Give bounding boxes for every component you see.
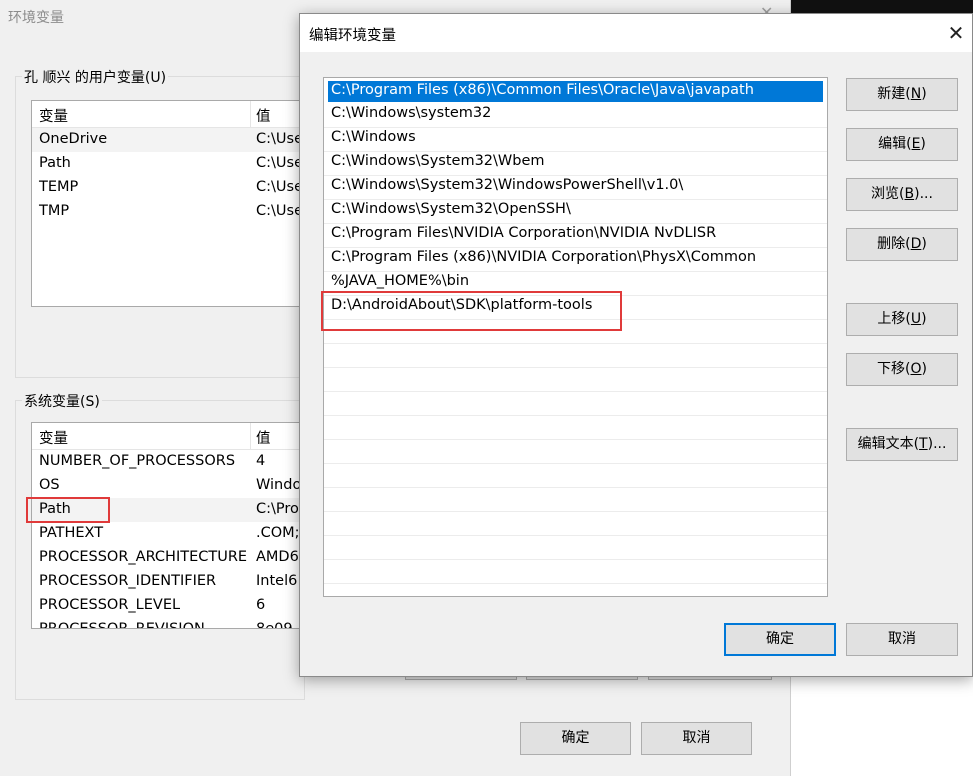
path-item[interactable]: C:\Windows\System32\OpenSSH\ [324, 199, 827, 224]
variable-value: .COM; [256, 525, 300, 541]
path-list[interactable]: C:\Program Files (x86)\Common Files\Orac… [323, 77, 828, 597]
variable-name: NUMBER_OF_PROCESSORS [39, 453, 236, 469]
column-header-variable[interactable]: 变量 [39, 105, 68, 126]
empty-row [324, 343, 827, 368]
variable-name: OS [39, 477, 60, 493]
ok-button[interactable]: 确定 [724, 623, 836, 656]
path-item[interactable]: C:\Windows\System32\WindowsPowerShell\v1… [324, 175, 827, 200]
path-text: C:\Program Files (x86)\NVIDIA Corporatio… [331, 249, 757, 265]
cancel-button[interactable]: 取消 [846, 623, 958, 656]
empty-row [324, 439, 827, 464]
table-row[interactable]: TMP C:\Use [32, 200, 305, 224]
table-row[interactable]: PROCESSOR_ARCHITECTURE AMD6 [32, 546, 305, 570]
move-down-button[interactable]: 下移(O) [846, 353, 958, 386]
system-variables-list[interactable]: 变量 值 NUMBER_OF_PROCESSORS 4 OS Windo Pat… [31, 422, 306, 629]
empty-row [324, 487, 827, 512]
variable-value: C:\Use [256, 155, 303, 171]
table-row[interactable]: OS Windo [32, 474, 305, 498]
path-item[interactable]: C:\Windows [324, 127, 827, 152]
empty-row [324, 415, 827, 440]
path-text: C:\Program Files (x86)\Common Files\Orac… [331, 82, 754, 98]
highlight-box-platform-tools [321, 291, 622, 331]
variable-name: Path [39, 155, 71, 171]
path-text: C:\Windows\System32\Wbem [331, 153, 545, 169]
path-text: %JAVA_HOME%\bin [331, 273, 470, 289]
variable-value: 6 [256, 597, 266, 613]
dialog-titlebar: 编辑环境变量 ✕ [300, 14, 972, 52]
table-row[interactable]: OneDrive C:\Use [32, 128, 305, 152]
table-row[interactable]: PROCESSOR_IDENTIFIER Intel6 [32, 570, 305, 594]
path-text: C:\Windows [331, 129, 416, 145]
variable-value: C:\Pro [256, 501, 299, 517]
column-header-variable[interactable]: 变量 [39, 427, 68, 448]
table-row[interactable]: PROCESSOR_LEVEL 6 [32, 594, 305, 618]
edit-environment-variable-dialog: 编辑环境变量 ✕ C:\Program Files (x86)\Common F… [299, 13, 973, 677]
user-variables-label: 孔 顺兴 的用户变量(U) [22, 67, 169, 87]
table-row[interactable]: TEMP C:\Use [32, 176, 305, 200]
variable-value: C:\Use [256, 203, 303, 219]
empty-row [324, 463, 827, 488]
path-text: C:\Windows\System32\WindowsPowerShell\v1… [331, 177, 684, 193]
variable-name: OneDrive [39, 131, 108, 147]
empty-row [324, 535, 827, 560]
path-item[interactable]: C:\Windows\system32 [324, 103, 827, 128]
desktop-background [791, 0, 973, 14]
variable-value: Intel6 [256, 573, 298, 589]
cancel-button[interactable]: 取消 [641, 722, 752, 755]
variable-value: C:\Use [256, 131, 303, 147]
variable-name: PATHEXT [39, 525, 104, 541]
window-title: 环境变量 [8, 10, 64, 26]
browse-button[interactable]: 浏览(B)... [846, 178, 958, 211]
empty-row [324, 559, 827, 584]
variable-value: AMD6 [256, 549, 299, 565]
table-row[interactable]: PROCESSOR_REVISION 8e09 [32, 618, 305, 629]
column-header-value[interactable]: 值 [256, 105, 271, 126]
table-row[interactable]: PATHEXT .COM; [32, 522, 305, 546]
path-text: C:\Windows\system32 [331, 105, 492, 121]
edit-text-button[interactable]: 编辑文本(T)... [846, 428, 958, 461]
path-item[interactable]: C:\Windows\System32\Wbem [324, 151, 827, 176]
path-item-selected[interactable]: C:\Program Files (x86)\Common Files\Orac… [328, 81, 823, 102]
move-up-button[interactable]: 上移(U) [846, 303, 958, 336]
close-icon[interactable]: ✕ [944, 18, 968, 48]
variable-value: Windo [256, 477, 302, 493]
variable-name: PROCESSOR_ARCHITECTURE [39, 549, 248, 565]
variable-value: 8e09 [256, 621, 293, 629]
path-text: C:\Program Files\NVIDIA Corporation\NVID… [331, 225, 717, 241]
user-variables-list[interactable]: 变量 值 OneDrive C:\Use Path C:\Use TEMP C:… [31, 100, 306, 307]
empty-row [324, 511, 827, 536]
column-header-value[interactable]: 值 [256, 427, 271, 448]
variable-name: TMP [39, 203, 70, 219]
variable-name: PROCESSOR_LEVEL [39, 597, 181, 613]
path-text: C:\Windows\System32\OpenSSH\ [331, 201, 571, 217]
new-button[interactable]: 新建(N) [846, 78, 958, 111]
variable-name: TEMP [39, 179, 79, 195]
table-row[interactable]: NUMBER_OF_PROCESSORS 4 [32, 450, 305, 474]
path-item[interactable]: C:\Program Files (x86)\NVIDIA Corporatio… [324, 247, 827, 272]
variable-value: 4 [256, 453, 266, 469]
ok-button[interactable]: 确定 [520, 722, 631, 755]
empty-row [324, 391, 827, 416]
system-variables-label: 系统变量(S) [22, 391, 102, 411]
empty-row [324, 367, 827, 392]
variable-name: PROCESSOR_REVISION [39, 621, 205, 629]
dialog-title: 编辑环境变量 [309, 28, 396, 44]
path-item[interactable]: C:\Program Files\NVIDIA Corporation\NVID… [324, 223, 827, 248]
edit-button[interactable]: 编辑(E) [846, 128, 958, 161]
list-header: 变量 值 [32, 101, 305, 128]
variable-name: PROCESSOR_IDENTIFIER [39, 573, 217, 589]
delete-button[interactable]: 删除(D) [846, 228, 958, 261]
table-row[interactable]: Path C:\Use [32, 152, 305, 176]
variable-value: C:\Use [256, 179, 303, 195]
highlight-box-path [26, 497, 110, 523]
list-header: 变量 值 [32, 423, 305, 450]
